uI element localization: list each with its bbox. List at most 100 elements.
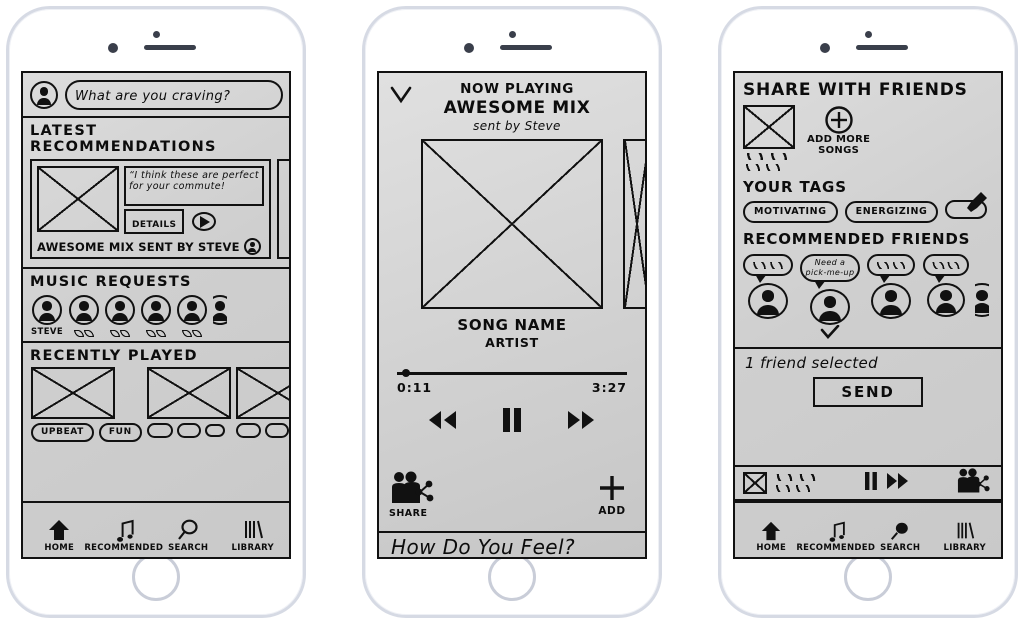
tag-list[interactable]: MOTIVATING ENERGIZING	[735, 192, 1001, 227]
recommendation-carousel[interactable]: “I think these are perfect for your comm…	[23, 159, 289, 267]
friend-bubble: Need a pick-me-up	[800, 254, 860, 289]
image-placeholder-icon	[37, 166, 119, 232]
progress-bar[interactable]: 0:11 3:27	[379, 350, 645, 395]
friend-item-peek[interactable]	[975, 254, 989, 317]
fast-forward-icon[interactable]	[564, 409, 598, 435]
tag-chip-blank[interactable]	[176, 423, 201, 438]
home-button[interactable]	[844, 553, 892, 601]
now-playing-subtitle: sent by Steve	[473, 119, 561, 133]
user-avatar-icon[interactable]	[69, 295, 100, 325]
recently-played-row[interactable]: UPBEAT FUN	[23, 367, 289, 442]
music-request-item[interactable]: STEVE	[31, 295, 63, 337]
add-more-songs-button[interactable]: ADD MORE SONGS	[807, 105, 870, 156]
progress-thumb[interactable]	[401, 369, 410, 377]
nav-item-search[interactable]: SEARCH	[156, 516, 221, 553]
nav-item-recommended[interactable]: RECOMMENDED	[796, 516, 875, 553]
nav-item-library[interactable]: LIBRARY	[933, 516, 998, 553]
recommendation-card-next-peek[interactable]	[277, 159, 289, 259]
tag-chip-blank[interactable]	[265, 423, 289, 438]
playlist-summary: ADD MORE SONGS	[735, 102, 1001, 173]
tag-chip[interactable]: ENERGIZING	[844, 200, 939, 223]
track-placeholder-squiggle	[773, 474, 819, 481]
bottom-navigation[interactable]: HOME RECOMMENDED SEARCH LIBRARY	[23, 501, 289, 557]
add-button[interactable]: ADD	[597, 473, 627, 517]
tag-chip-blank[interactable]	[204, 424, 225, 437]
share-people-icon[interactable]	[955, 468, 993, 498]
user-avatar-icon[interactable]	[975, 283, 989, 317]
now-playing-eyebrow: NOW PLAYING	[460, 81, 574, 97]
user-avatar-icon[interactable]	[810, 289, 850, 325]
image-placeholder-icon	[31, 367, 115, 419]
playback-controls[interactable]	[379, 407, 645, 437]
mini-player-controls[interactable]	[863, 471, 911, 495]
user-avatar-icon[interactable]	[30, 81, 58, 109]
recently-played-item[interactable]	[146, 367, 231, 442]
user-avatar-icon[interactable]	[748, 283, 788, 319]
fast-forward-icon[interactable]	[885, 472, 911, 494]
nav-item-recommended[interactable]: RECOMMENDED	[84, 516, 163, 553]
search-input[interactable]: What are you craving?	[65, 80, 283, 110]
rewind-icon[interactable]	[426, 409, 460, 435]
proximity-sensor-icon	[108, 43, 118, 53]
music-request-item[interactable]	[69, 295, 100, 337]
tag-chip-blank[interactable]	[146, 423, 173, 438]
user-avatar-icon[interactable]	[213, 295, 228, 325]
bottom-sheet-title: How Do You Feel?	[391, 535, 575, 557]
nav-item-home[interactable]: HOME	[27, 516, 92, 553]
name-placeholder-squiggle	[74, 330, 95, 337]
pause-icon[interactable]	[863, 471, 879, 495]
user-avatar-icon[interactable]	[871, 283, 911, 319]
music-request-avatar-row[interactable]: STEVE	[23, 292, 289, 341]
track-artist: ARTIST	[485, 335, 539, 350]
tag-chip[interactable]: MOTIVATING	[743, 200, 838, 223]
home-button[interactable]	[132, 553, 180, 601]
proximity-sensor-icon	[820, 43, 830, 53]
title-placeholder-squiggle	[743, 153, 791, 160]
album-art-next-peek[interactable]	[623, 139, 645, 309]
music-request-item[interactable]	[141, 295, 172, 337]
music-request-item[interactable]	[105, 295, 136, 337]
music-request-item[interactable]	[177, 295, 208, 337]
user-avatar-icon[interactable]	[141, 295, 172, 325]
recommendation-quote: “I think these are perfect for your comm…	[124, 166, 264, 206]
phone-mockup-home: What are you craving? LATEST RECOMMENDAT…	[6, 6, 306, 618]
details-button[interactable]: DETAILS	[124, 209, 185, 234]
home-button[interactable]	[488, 553, 536, 601]
recently-played-item[interactable]	[235, 367, 289, 442]
recently-played-item[interactable]: UPBEAT FUN	[31, 367, 142, 442]
play-icon[interactable]	[192, 212, 217, 231]
bottom-sheet-peek[interactable]: How Do You Feel?	[379, 531, 645, 557]
nav-item-search[interactable]: SEARCH	[868, 516, 933, 553]
friend-item-selected[interactable]: Need a pick-me-up	[799, 254, 861, 343]
nav-item-library[interactable]: LIBRARY	[221, 516, 286, 553]
tag-chip[interactable]: FUN	[98, 423, 142, 442]
user-avatar-icon[interactable]	[177, 295, 208, 325]
share-button[interactable]: SHARE	[389, 471, 437, 519]
music-request-item-peek[interactable]	[213, 295, 228, 325]
nav-item-home[interactable]: HOME	[739, 516, 804, 553]
up-arrow-icon	[760, 516, 782, 542]
tag-chip-blank[interactable]	[235, 423, 262, 438]
send-button[interactable]: SEND	[813, 377, 923, 407]
recommendation-card[interactable]: “I think these are perfect for your comm…	[30, 159, 271, 259]
friend-bubble	[743, 254, 793, 283]
chevron-down-icon[interactable]	[389, 85, 413, 109]
friend-item[interactable]	[865, 254, 917, 319]
add-tag-button[interactable]	[945, 192, 988, 223]
album-art-carousel[interactable]	[379, 135, 645, 309]
now-playing-title: AWESOME MIX	[443, 98, 591, 118]
nav-label: RECOMMENDED	[796, 543, 876, 553]
friend-bubble	[867, 254, 915, 283]
tag-chip[interactable]: UPBEAT	[31, 423, 94, 442]
user-avatar-icon[interactable]	[243, 238, 261, 255]
friend-item[interactable]	[921, 254, 971, 317]
earpiece-speaker	[856, 45, 908, 50]
mini-player[interactable]	[735, 465, 1001, 501]
user-avatar-icon[interactable]	[927, 283, 965, 317]
user-avatar-icon[interactable]	[105, 295, 136, 325]
bottom-navigation[interactable]: HOME RECOMMENDED SEARCH LIBRARY	[735, 501, 1001, 557]
pause-icon[interactable]	[500, 407, 524, 437]
friend-item[interactable]	[741, 254, 795, 319]
friend-list[interactable]: Need a pick-me-up	[735, 250, 1001, 345]
user-avatar-icon[interactable]	[32, 295, 63, 325]
